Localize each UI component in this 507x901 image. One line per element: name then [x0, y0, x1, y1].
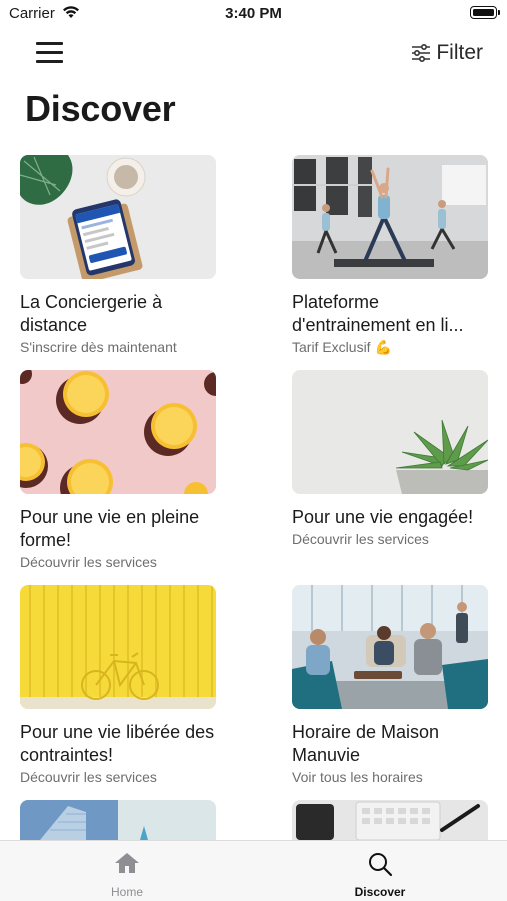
card-title: La Conciergerie à distance: [20, 292, 163, 335]
desk-keyboard-photo: [292, 800, 488, 840]
tab-bar: Home Discover: [0, 840, 507, 901]
card-image-desk: [292, 800, 488, 840]
card-image-conciergerie: [20, 155, 216, 279]
tab-home[interactable]: Home: [27, 841, 227, 901]
yoga-studio-photo: [292, 155, 488, 279]
card-conciergerie[interactable]: La Conciergerie à distance S'inscrire dè…: [20, 155, 216, 355]
card-vie-pleine-forme[interactable]: Pour une vie en pleine forme! Découvrir …: [20, 370, 216, 570]
card-subtitle: Découvrir les services: [20, 769, 157, 785]
sliders-icon: [412, 44, 431, 62]
tab-discover-label: Discover: [354, 885, 406, 899]
card-vie-engagee[interactable]: Pour une vie engagée! Découvrir les serv…: [292, 370, 488, 547]
card-title: Plateforme d'entrainement en li...: [292, 292, 464, 335]
card-partial-left[interactable]: [20, 800, 216, 840]
status-bar: Carrier 3:40 PM: [0, 0, 507, 28]
house-icon: [115, 853, 139, 873]
menu-bar: [36, 51, 63, 54]
card-image-yoga: [292, 155, 488, 279]
card-subtitle: Voir tous les horaires: [292, 769, 423, 785]
filter-button[interactable]: Filter: [411, 39, 483, 67]
succulent-photo: [292, 370, 488, 494]
card-subtitle: Découvrir les services: [292, 531, 429, 547]
tab-home-label: Home: [110, 885, 143, 899]
page-title: Discover: [25, 88, 176, 129]
card-partial-right[interactable]: [292, 800, 488, 840]
menu-bar: [36, 60, 63, 63]
status-time: 3:40 PM: [225, 5, 282, 22]
card-subtitle: Tarif Exclusif 💪: [292, 339, 392, 355]
search-icon: [369, 853, 393, 877]
lounge-meeting-photo: [292, 585, 488, 709]
card-vie-liberee[interactable]: Pour une vie libérée des contraintes! Dé…: [20, 585, 216, 785]
hamburger-menu-button[interactable]: [36, 40, 64, 64]
card-title: Horaire de Maison Manuvie: [292, 722, 440, 765]
card-title: Pour une vie engagée!: [292, 507, 474, 527]
filter-label: Filter: [436, 41, 483, 64]
card-title: Pour une vie en pleine forme!: [20, 507, 200, 550]
battery-tip: [498, 10, 500, 15]
card-title: Pour une vie libérée des contraintes!: [20, 722, 215, 765]
battery-icon: [470, 6, 497, 19]
menu-bar: [36, 42, 63, 45]
card-subtitle: S'inscrire dès maintenant: [20, 339, 177, 355]
lemons-photo: [20, 370, 216, 494]
card-image-lemons: [20, 370, 216, 494]
bicycle-wall-photo: [20, 585, 216, 709]
card-plateforme-entrainement[interactable]: Plateforme d'entrainement en li... Tarif…: [292, 155, 488, 356]
card-subtitle: Découvrir les services: [20, 554, 157, 570]
card-horaire-maison-manuvie[interactable]: Horaire de Maison Manuvie Voir tous les …: [292, 585, 488, 785]
card-image-lounge: [292, 585, 488, 709]
card-image-succulent: [292, 370, 488, 494]
card-image-building: [20, 800, 216, 840]
tab-discover[interactable]: Discover: [280, 841, 480, 901]
tablet-desk-photo: [20, 155, 216, 279]
building-photo: [20, 800, 216, 840]
card-image-bicycle: [20, 585, 216, 709]
